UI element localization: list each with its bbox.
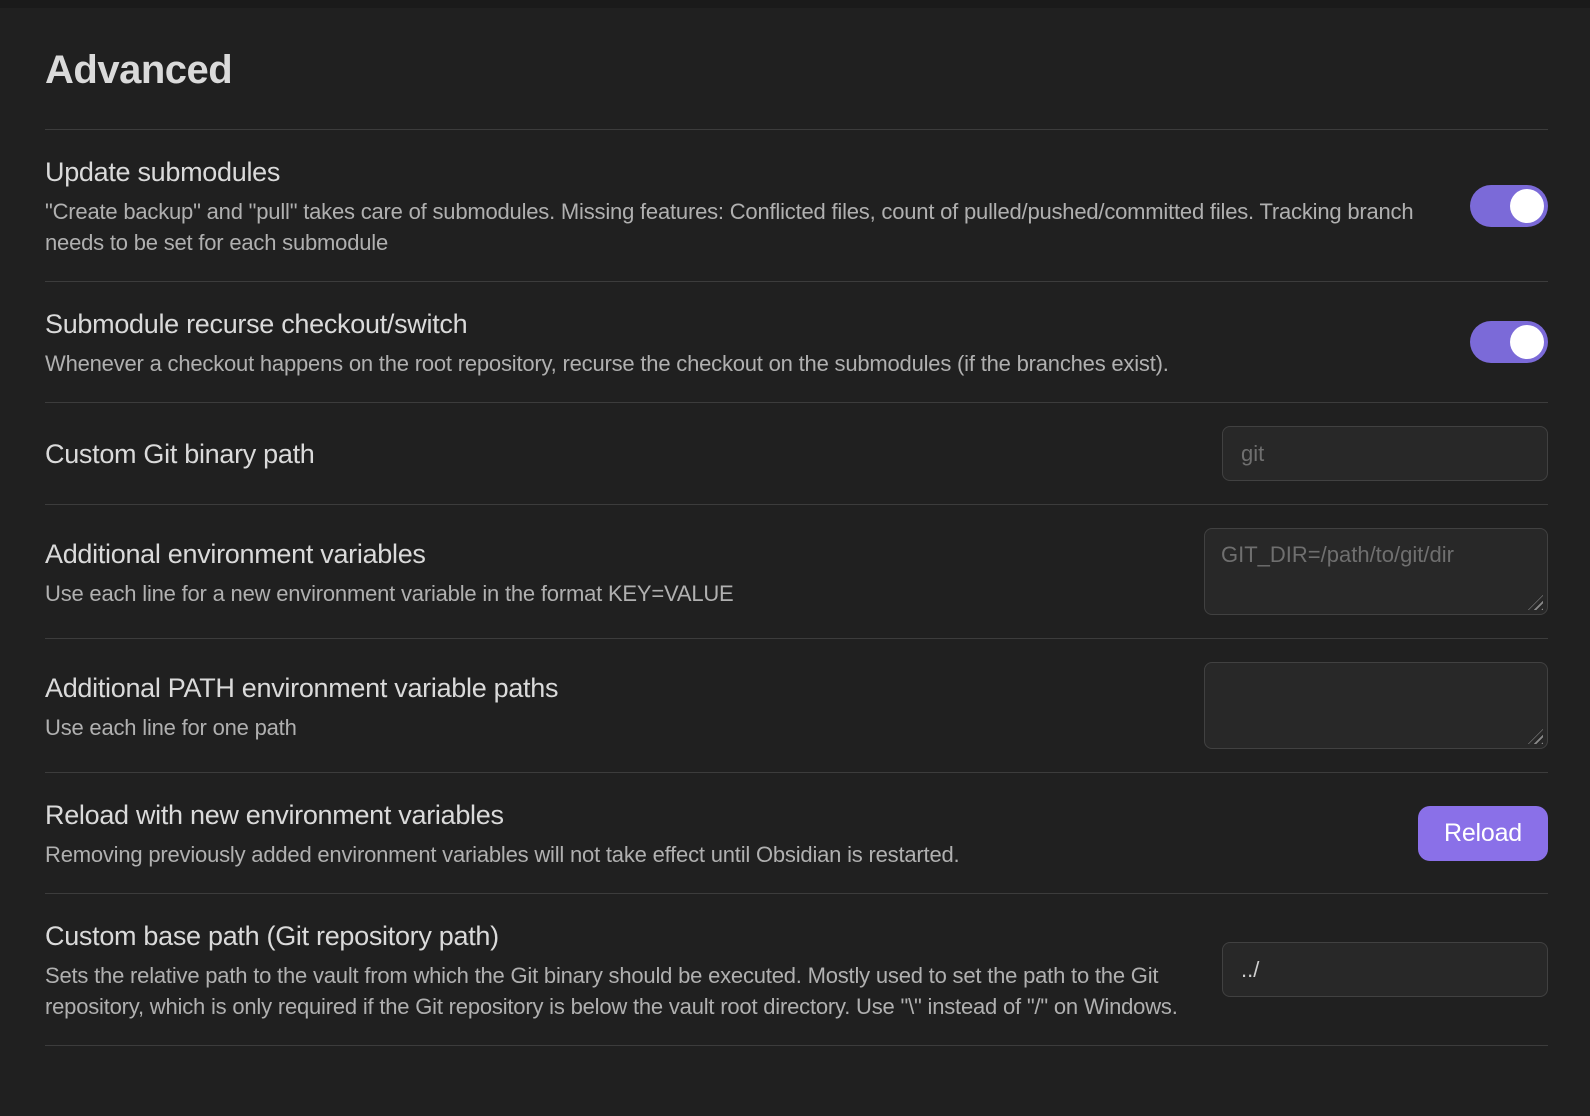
setting-description: Sets the relative path to the vault from… <box>45 960 1190 1022</box>
setting-info: Reload with new environment variables Re… <box>45 796 1418 870</box>
setting-name: Additional environment variables <box>45 535 1172 573</box>
setting-name: Custom base path (Git repository path) <box>45 917 1190 955</box>
setting-control <box>1470 321 1548 363</box>
window-top-edge <box>0 0 1590 8</box>
setting-name: Submodule recurse checkout/switch <box>45 305 1438 343</box>
setting-description: Removing previously added environment va… <box>45 839 1386 870</box>
setting-info: Additional environment variables Use eac… <box>45 535 1204 609</box>
setting-name: Update submodules <box>45 153 1438 191</box>
path-variables-textarea[interactable] <box>1204 662 1548 749</box>
setting-info: Submodule recurse checkout/switch Whenev… <box>45 305 1470 379</box>
setting-name: Custom Git binary path <box>45 435 1190 473</box>
textarea-wrap <box>1204 528 1548 615</box>
setting-control <box>1222 426 1548 481</box>
setting-name: Reload with new environment variables <box>45 796 1386 834</box>
setting-row-path-variables: Additional PATH environment variable pat… <box>45 638 1548 772</box>
custom-base-path-input[interactable] <box>1222 942 1548 997</box>
setting-row-update-submodules: Update submodules "Create backup" and "p… <box>45 129 1548 281</box>
setting-description: Use each line for a new environment vari… <box>45 578 1172 609</box>
setting-description: Whenever a checkout happens on the root … <box>45 348 1438 379</box>
setting-control: Reload <box>1418 806 1548 861</box>
update-submodules-toggle[interactable] <box>1470 185 1548 227</box>
setting-control <box>1222 942 1548 997</box>
git-binary-path-input[interactable] <box>1222 426 1548 481</box>
textarea-wrap <box>1204 662 1548 749</box>
setting-row-env-variables: Additional environment variables Use eac… <box>45 504 1548 638</box>
toggle-knob-icon <box>1510 189 1544 223</box>
setting-row-submodule-recurse: Submodule recurse checkout/switch Whenev… <box>45 281 1548 402</box>
setting-description: Use each line for one path <box>45 712 1172 743</box>
section-divider <box>45 1045 1548 1061</box>
setting-info: Update submodules "Create backup" and "p… <box>45 153 1470 258</box>
setting-name: Additional PATH environment variable pat… <box>45 669 1172 707</box>
setting-info: Custom base path (Git repository path) S… <box>45 917 1222 1022</box>
setting-control <box>1470 185 1548 227</box>
env-variables-textarea[interactable] <box>1204 528 1548 615</box>
reload-button[interactable]: Reload <box>1418 806 1548 861</box>
setting-row-custom-base-path: Custom base path (Git repository path) S… <box>45 893 1548 1045</box>
setting-info: Custom Git binary path <box>45 435 1222 473</box>
toggle-knob-icon <box>1510 325 1544 359</box>
setting-row-reload-env: Reload with new environment variables Re… <box>45 772 1548 893</box>
page-title: Advanced <box>45 48 1548 93</box>
setting-control <box>1204 662 1548 749</box>
setting-description: "Create backup" and "pull" takes care of… <box>45 196 1438 258</box>
setting-row-git-binary-path: Custom Git binary path <box>45 402 1548 504</box>
setting-control <box>1204 528 1548 615</box>
submodule-recurse-toggle[interactable] <box>1470 321 1548 363</box>
settings-pane: Advanced Update submodules "Create backu… <box>0 8 1590 1061</box>
setting-info: Additional PATH environment variable pat… <box>45 669 1204 743</box>
